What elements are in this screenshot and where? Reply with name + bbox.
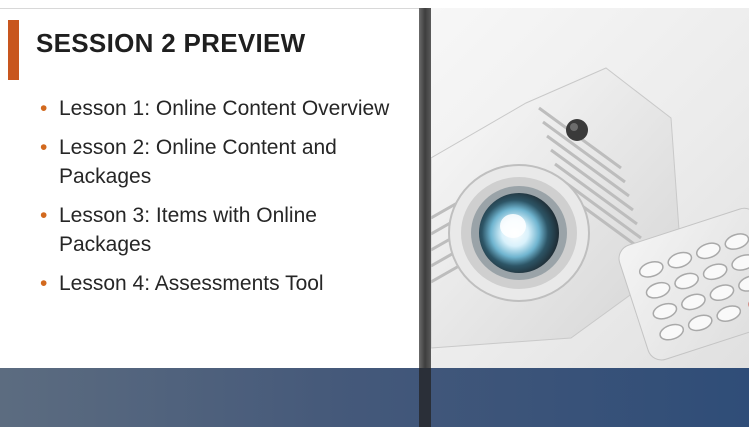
bullet-list: • Lesson 1: Online Content Overview • Le… bbox=[40, 94, 410, 308]
footer-divider bbox=[419, 368, 431, 427]
bullet-item-lesson-4: • Lesson 4: Assessments Tool bbox=[40, 269, 410, 298]
vertical-divider bbox=[419, 8, 431, 427]
footer-band bbox=[0, 368, 749, 427]
bullet-marker: • bbox=[40, 136, 48, 159]
projector-illustration bbox=[431, 67, 749, 361]
bullet-item-lesson-2: • Lesson 2: Online Content and Packages bbox=[40, 133, 410, 191]
bullet-item-lesson-1: • Lesson 1: Online Content Overview bbox=[40, 94, 410, 123]
slide-title: SESSION 2 PREVIEW bbox=[36, 28, 306, 58]
bullet-text: Lesson 2: Online Content and Packages bbox=[59, 136, 337, 188]
bullet-marker: • bbox=[40, 97, 48, 120]
title-accent-bar bbox=[8, 20, 19, 80]
bullet-text: Lesson 1: Online Content Overview bbox=[59, 97, 390, 120]
bullet-item-lesson-3: • Lesson 3: Items with Online Packages bbox=[40, 201, 410, 259]
projector-photo bbox=[431, 8, 749, 368]
sensor-dot bbox=[566, 119, 588, 141]
slide: SESSION 2 PREVIEW • Lesson 1: Online Con… bbox=[0, 0, 749, 427]
bullet-marker: • bbox=[40, 272, 48, 295]
bullet-text: Lesson 4: Assessments Tool bbox=[59, 272, 324, 295]
bullet-marker: • bbox=[40, 204, 48, 227]
bullet-text: Lesson 3: Items with Online Packages bbox=[59, 204, 317, 256]
